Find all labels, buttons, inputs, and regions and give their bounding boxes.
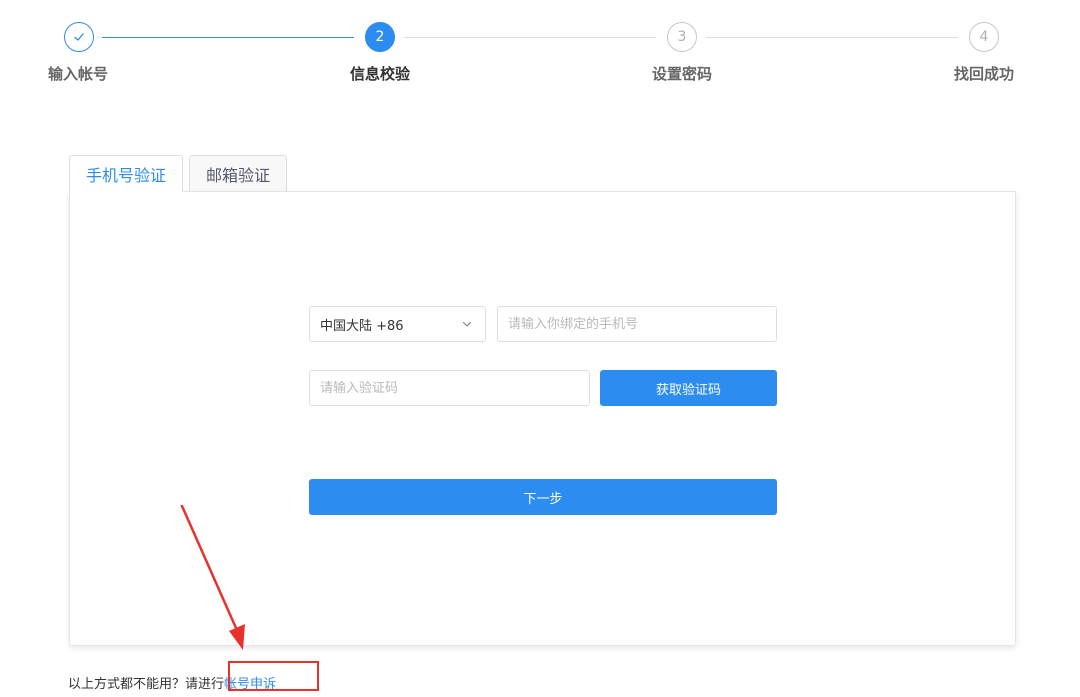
tab-email-verification[interactable]: 邮箱验证 — [189, 155, 288, 191]
account-appeal-hint: 以上方式都不能用？请进行 帐号申诉 — [68, 673, 276, 692]
chevron-down-icon — [462, 321, 472, 327]
check-icon — [74, 33, 84, 41]
verification-tabs: 手机号验证 邮箱验证 — [69, 155, 288, 192]
verification-panel: 中国大陆 +86 获取验证码 下一步 — [69, 191, 1016, 646]
get-verification-code-button[interactable]: 获取验证码 — [600, 370, 777, 406]
country-code-select[interactable]: 中国大陆 +86 — [309, 306, 486, 342]
step-connector-1 — [102, 37, 354, 38]
step-1-label: 输入帐号 — [47, 65, 109, 83]
step-3-number: 3 — [677, 29, 687, 45]
step-connector-3 — [706, 37, 958, 38]
step-4-number: 4 — [979, 29, 989, 45]
step-1-circle — [64, 22, 94, 52]
step-3-label: 设置密码 — [651, 65, 713, 83]
phone-number-input[interactable] — [497, 306, 777, 342]
step-4-circle: 4 — [969, 22, 999, 52]
step-2-circle: 2 — [365, 22, 395, 52]
appeal-hint-text: 以上方式都不能用？请进行 — [68, 677, 225, 692]
account-appeal-link[interactable]: 帐号申诉 — [224, 673, 276, 692]
step-progress: 2 3 4 输入帐号 信息校验 设置密码 找回成功 — [0, 0, 1080, 100]
tab-phone-verification[interactable]: 手机号验证 — [69, 155, 184, 192]
step-connector-2 — [404, 37, 656, 38]
verification-code-input[interactable] — [309, 370, 590, 406]
next-step-button[interactable]: 下一步 — [309, 479, 777, 515]
step-4-label: 找回成功 — [953, 65, 1015, 83]
step-2-number: 2 — [375, 29, 385, 45]
country-code-value: 中国大陆 +86 — [320, 318, 404, 334]
step-3-circle: 3 — [667, 22, 697, 52]
step-2-label: 信息校验 — [349, 65, 411, 83]
